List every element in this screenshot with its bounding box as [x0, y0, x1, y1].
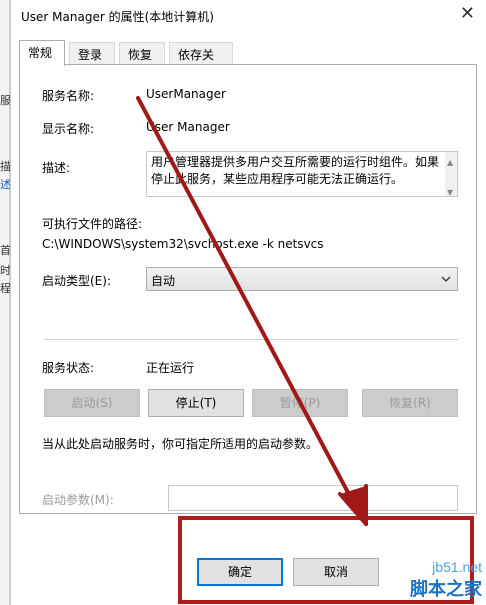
display-name-label: 显示名称: [42, 122, 95, 136]
service-status-label: 服务状态: [42, 361, 95, 375]
startup-type-select[interactable]: 自动 [146, 267, 458, 291]
pause-button[interactable]: 暂停(P) [252, 389, 348, 417]
cancel-button[interactable]: 取消 [293, 558, 379, 586]
start-params-label: 启动参数(M): [42, 493, 114, 507]
window-title: User Manager 的属性(本地计算机) [21, 10, 214, 24]
tab-dependencies[interactable]: 依存关系 [169, 42, 233, 79]
resume-button[interactable]: 恢复(R) [362, 389, 458, 417]
site-watermark: jb51.net 脚本之家 [410, 559, 482, 601]
tab-general[interactable]: 常规 [19, 40, 65, 66]
watermark-url: jb51.net [432, 559, 482, 575]
section-divider [44, 339, 458, 340]
start-params-hint: 当从此处启动服务时，你可指定所适用的启动参数。 [42, 437, 319, 451]
service-name-value: UserManager [146, 87, 226, 101]
general-panel: 服务名称: UserManager 显示名称: User Manager 描述:… [19, 64, 477, 514]
description-textbox[interactable]: 用户管理器提供多用户交互所需要的运行时组件。如果停止此服务，某些应用程序可能无法… [146, 151, 458, 197]
service-status-value: 正在运行 [146, 361, 195, 375]
tab-logon[interactable]: 登录 [69, 42, 115, 64]
display-name-value: User Manager [146, 120, 230, 134]
start-button[interactable]: 启动(S) [44, 389, 140, 417]
description-scrollbar[interactable]: ▲ ▼ [445, 152, 457, 197]
startup-type-value: 自动 [151, 274, 176, 288]
startup-type-label: 启动类型(E): [42, 274, 111, 288]
stop-button[interactable]: 停止(T) [148, 389, 244, 417]
background-window-edge: 服 描 述 首 时 程 [0, 0, 11, 605]
service-name-label: 服务名称: [42, 89, 95, 103]
exe-path-value: C:\WINDOWS\system32\svchost.exe -k netsv… [42, 237, 324, 251]
chevron-down-icon [441, 276, 451, 282]
close-icon[interactable]: ✕ [460, 4, 475, 24]
exe-path-label: 可执行文件的路径: [42, 217, 143, 231]
tab-recovery[interactable]: 恢复 [119, 42, 165, 64]
ok-button[interactable]: 确定 [197, 558, 283, 586]
description-text: 用户管理器提供多用户交互所需要的运行时组件。如果停止此服务，某些应用程序可能无法… [151, 155, 440, 186]
scroll-down-icon[interactable]: ▼ [447, 184, 453, 201]
start-params-input[interactable] [168, 485, 458, 511]
scroll-up-icon[interactable]: ▲ [447, 154, 453, 171]
properties-dialog: User Manager 的属性(本地计算机) ✕ 常规 登录 恢复 依存关系 … [10, 0, 486, 605]
description-label: 描述: [42, 161, 71, 175]
title-bar: User Manager 的属性(本地计算机) ✕ [11, 0, 486, 32]
watermark-name: 脚本之家 [410, 579, 482, 600]
